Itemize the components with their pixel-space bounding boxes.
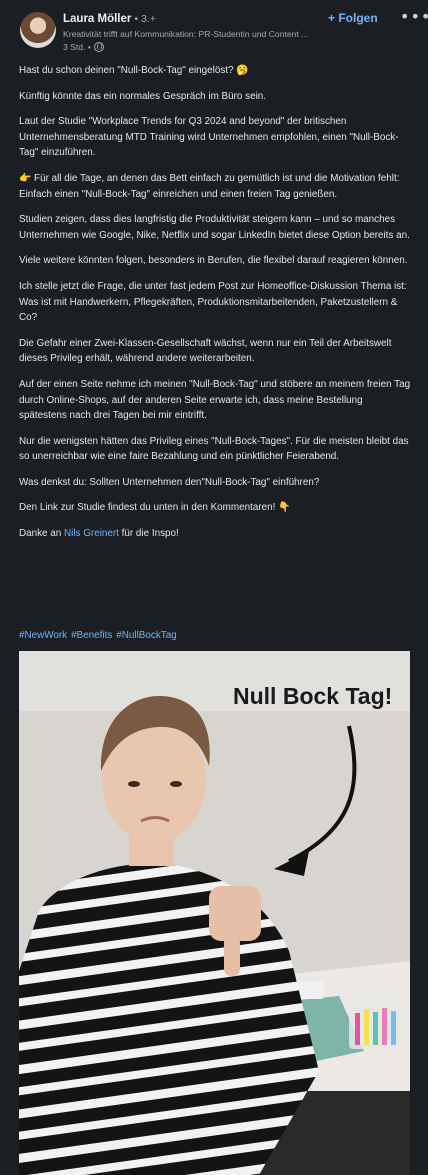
- hashtag-link[interactable]: #NewWork: [19, 630, 67, 641]
- post-header: Laura Möller • 3.+ Kreativität trifft auf…: [0, 0, 428, 62]
- follow-button[interactable]: + Folgen: [328, 11, 378, 25]
- post-paragraph: Auf der einen Seite nehme ich meinen "Nu…: [19, 378, 411, 422]
- post-paragraph: Den Link zur Studie findest du unten in …: [19, 502, 291, 514]
- image-overlay-text: Null Bock Tag!: [233, 683, 392, 709]
- thanks-line: Danke an Nils Greinert für die Inspo!: [19, 526, 411, 542]
- post-paragraph: Nur die wenigsten hätten das Privileg ei…: [19, 435, 409, 463]
- post-paragraph: Was denkst du: Sollten Unternehmen den"N…: [19, 476, 320, 488]
- post-text: Hast du schon deinen "Null-Bock-Tag" ein…: [19, 63, 411, 552]
- post-paragraph: Künftig könnte das ein normales Gespräch…: [19, 90, 267, 102]
- post-paragraph: Die Gefahr einer Zwei-Klassen-Gesellscha…: [19, 337, 392, 365]
- post-paragraph: Laut der Studie "Workplace Trends for Q3…: [19, 116, 399, 159]
- post-time: 3 Std. •: [63, 42, 91, 52]
- post-paragraph: Hast du schon deinen "Null-Bock-Tag" ein…: [19, 65, 249, 76]
- post-paragraph: Studien zeigen, dass dies langfristig di…: [19, 214, 410, 241]
- author-name[interactable]: Laura Möller • 3.+: [63, 13, 156, 25]
- post-image[interactable]: Null Bock Tag!: [19, 651, 410, 1175]
- connection-degree: • 3.+: [134, 13, 156, 25]
- mention-link[interactable]: Nils Greinert: [64, 528, 119, 539]
- post-paragraph: 👉 Für all die Tage, an denen das Bett ei…: [19, 172, 400, 200]
- post-paragraph: Viele weitere könnten folgen, besonders …: [19, 255, 408, 267]
- more-options-icon[interactable]: •••: [394, 6, 428, 27]
- post-paragraph: Ich stelle jetzt die Frage, die unter fa…: [19, 280, 407, 324]
- post-image-illustration: Null Bock Tag!: [19, 651, 410, 1175]
- hashtag-link[interactable]: #NullBockTag: [116, 630, 176, 641]
- author-headline: Kreativität trifft auf Kommunikation: PR…: [63, 29, 309, 39]
- hashtags: #NewWork #Benefits #NullBockTag: [19, 630, 181, 641]
- post-card: Laura Möller • 3.+ Kreativität trifft auf…: [0, 0, 428, 1175]
- thanks-prefix: Danke an: [19, 528, 65, 540]
- author-name-text[interactable]: Laura Möller: [63, 13, 131, 25]
- post-meta: 3 Std. •: [63, 42, 104, 52]
- hashtag-link[interactable]: #Benefits: [71, 630, 112, 641]
- thanks-suffix: für die Inspo!: [118, 528, 179, 540]
- globe-icon: [93, 42, 104, 52]
- avatar[interactable]: [20, 12, 56, 48]
